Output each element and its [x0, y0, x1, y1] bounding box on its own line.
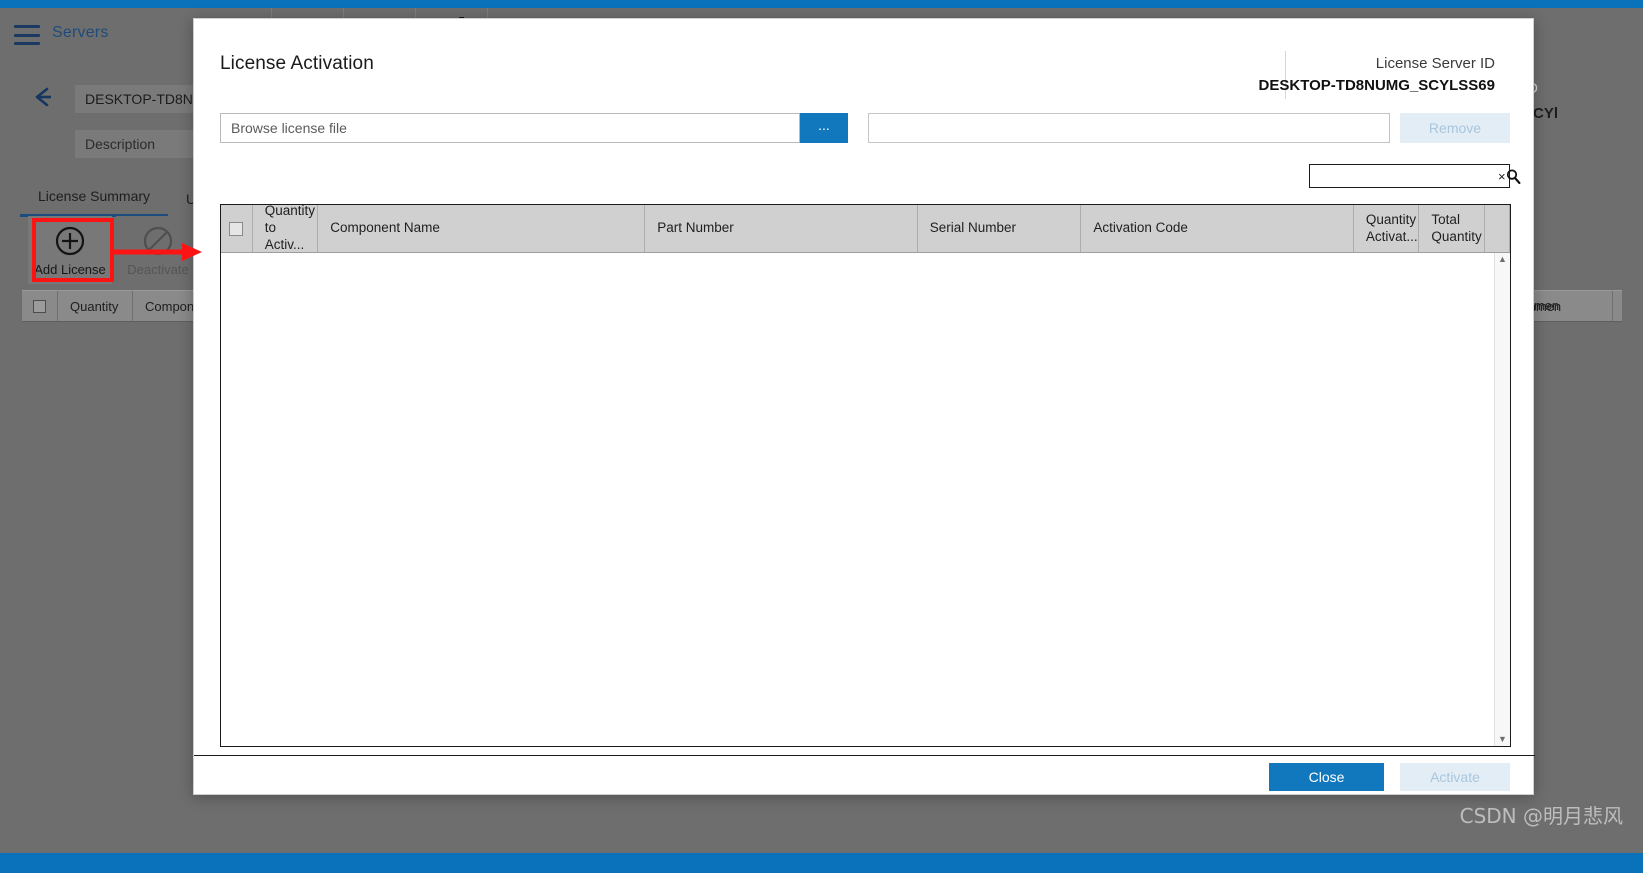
app-title: Servers — [52, 24, 109, 41]
column-part-number[interactable]: Part Number — [645, 205, 918, 252]
table-header-row: Quantity to Activ... Component Name Part… — [221, 205, 1511, 253]
search-icon[interactable] — [1506, 169, 1521, 184]
back-arrow-icon[interactable] — [28, 82, 58, 112]
license-server-id-value: DESKTOP-TD8NUMG_SCYLSS69 — [1258, 77, 1495, 94]
column-component-name[interactable]: Component Name — [318, 205, 646, 252]
window-bottom-accent-strip — [0, 853, 1643, 873]
column-serial-number[interactable]: Serial Number — [918, 205, 1082, 252]
deactivate-label: Deactivate — [127, 261, 189, 277]
plus-circle-icon — [53, 224, 87, 258]
column-activation-code[interactable]: Activation Code — [1081, 205, 1354, 252]
background-tab-bar: License Summary U — [20, 188, 214, 217]
license-activation-dialog: License Activation License Server ID DES… — [193, 18, 1535, 795]
search-box[interactable]: × — [1309, 164, 1521, 188]
window-top-accent-strip — [0, 0, 1643, 8]
scroll-up-icon[interactable]: ▲ — [1498, 255, 1507, 264]
column-quantity-to-activate[interactable]: Quantity to Activ... — [253, 205, 319, 252]
dialog-title: License Activation — [220, 53, 374, 74]
clear-search-icon[interactable]: × — [1498, 169, 1506, 184]
background-select-all-checkbox[interactable] — [22, 291, 58, 321]
license-file-path-input[interactable] — [868, 113, 1390, 143]
add-license-button[interactable]: Add License — [28, 216, 112, 284]
browse-ellipsis-button[interactable]: ... — [800, 113, 848, 143]
no-entry-icon — [141, 224, 175, 258]
watermark: CSDN @明月悲风 — [1459, 804, 1623, 828]
scroll-down-icon[interactable]: ▼ — [1498, 735, 1507, 744]
deactivate-button[interactable]: Deactivate — [116, 216, 200, 284]
column-quantity-activated[interactable]: Quantity Activat... — [1354, 205, 1420, 252]
description-field[interactable]: Description — [75, 130, 195, 158]
license-components-table: Quantity to Activ... Component Name Part… — [220, 204, 1511, 747]
tab-license-summary[interactable]: License Summary — [20, 188, 169, 217]
breadcrumb[interactable]: DESKTOP-TD8NUM — [75, 85, 195, 113]
footer-divider — [194, 755, 1535, 756]
search-input[interactable] — [1310, 165, 1498, 187]
background-ribbon: Add License Deactivate — [28, 216, 200, 284]
remove-button[interactable]: Remove — [1400, 113, 1510, 143]
activate-button[interactable]: Activate — [1400, 763, 1510, 791]
hamburger-menu-icon[interactable] — [14, 25, 40, 45]
table-empty-area — [221, 253, 1494, 746]
select-all-checkbox[interactable] — [221, 205, 253, 252]
column-filler — [1485, 205, 1511, 252]
license-server-id-label: License Server ID — [1375, 55, 1495, 72]
background-col-quantity[interactable]: Quantity — [58, 291, 133, 321]
add-license-label: Add License — [34, 261, 106, 277]
column-total-quantity[interactable]: Total Quantity — [1419, 205, 1486, 252]
browse-license-file-input[interactable] — [220, 113, 800, 143]
table-body: ▲ ▼ — [221, 253, 1510, 746]
close-button[interactable]: Close — [1269, 763, 1384, 791]
table-vertical-scrollbar[interactable]: ▲ ▼ — [1494, 253, 1510, 746]
